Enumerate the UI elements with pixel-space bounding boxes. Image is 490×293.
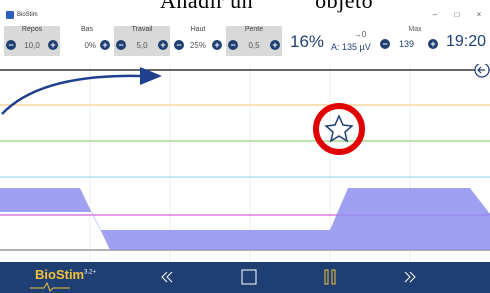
- param-bas-label: Bas: [80, 26, 94, 33]
- logo-wave-icon: [30, 282, 70, 292]
- curved-arrow: [1, 74, 141, 115]
- biostim-logo: BioStim3.2+: [35, 267, 96, 282]
- max-increase-button[interactable]: +: [428, 39, 438, 49]
- param-repos-value: 10,0: [24, 40, 40, 50]
- stop-button[interactable]: [240, 269, 258, 285]
- exit-icon[interactable]: [474, 64, 490, 78]
- amplitude-arrow: →0: [353, 30, 367, 39]
- highlight-circle: [313, 103, 365, 155]
- session-time: 19:20: [446, 33, 487, 50]
- amplitude-decrease-button[interactable]: −: [380, 39, 390, 49]
- max-value: 139: [399, 39, 415, 49]
- app-window: Añadir un objeto BioStim – □ × Repos − 10…: [0, 0, 490, 293]
- param-pente: Pente − 0,5 +: [226, 26, 282, 56]
- param-repos-label: Repos: [21, 26, 43, 33]
- parameter-bar: Repos − 10,0 + Bas 0% + Travail − 5,0 +: [0, 22, 490, 64]
- fast-forward-button[interactable]: [401, 269, 419, 285]
- param-travail-label: Travail: [131, 26, 153, 33]
- logo-text: BioStim: [35, 267, 85, 282]
- graph-canvas: [0, 64, 490, 262]
- param-haut: Haut − 25% +: [172, 26, 224, 56]
- signal-band-fill: [0, 188, 490, 250]
- pente-increase-button[interactable]: +: [270, 40, 280, 50]
- param-travail: Travail − 5,0 +: [114, 26, 170, 56]
- signal-graph[interactable]: [0, 64, 490, 262]
- window-controls: – □ ×: [424, 8, 490, 22]
- bas-increase-button[interactable]: +: [100, 40, 110, 50]
- window-title: BioStim: [17, 12, 38, 18]
- title-bar: BioStim – □ ×: [0, 8, 490, 22]
- travail-increase-button[interactable]: +: [158, 40, 168, 50]
- rewind-button[interactable]: [158, 269, 176, 285]
- pause-button[interactable]: [321, 269, 339, 285]
- amplitude-value: A: 135 µV: [331, 42, 371, 52]
- max-label: Max: [408, 26, 422, 33]
- param-repos: Repos − 10,0 +: [4, 26, 60, 56]
- intensity-percent: 16%: [290, 32, 325, 51]
- logo-version: 3.2+: [84, 269, 96, 276]
- param-pente-label: Pente: [244, 26, 264, 33]
- param-bas-value: 0%: [84, 40, 96, 50]
- haut-increase-button[interactable]: +: [211, 40, 222, 50]
- param-haut-value: 25%: [189, 40, 206, 50]
- bottom-toolbar: BioStim3.2+: [0, 262, 490, 293]
- repos-increase-button[interactable]: +: [47, 40, 58, 50]
- minimize-button[interactable]: –: [424, 8, 446, 22]
- repos-decrease-button[interactable]: −: [6, 40, 16, 50]
- haut-decrease-button[interactable]: −: [174, 40, 184, 50]
- app-icon: [6, 11, 14, 19]
- close-button[interactable]: ×: [468, 8, 490, 22]
- pente-decrease-button[interactable]: −: [228, 40, 238, 50]
- param-haut-label: Haut: [190, 26, 206, 33]
- star-icon[interactable]: [313, 103, 365, 155]
- param-bas: Bas 0% +: [62, 26, 112, 56]
- param-travail-value: 5,0: [136, 40, 148, 50]
- travail-decrease-button[interactable]: −: [116, 40, 126, 50]
- param-pente-value: 0,5: [248, 40, 260, 50]
- maximize-button[interactable]: □: [446, 8, 468, 22]
